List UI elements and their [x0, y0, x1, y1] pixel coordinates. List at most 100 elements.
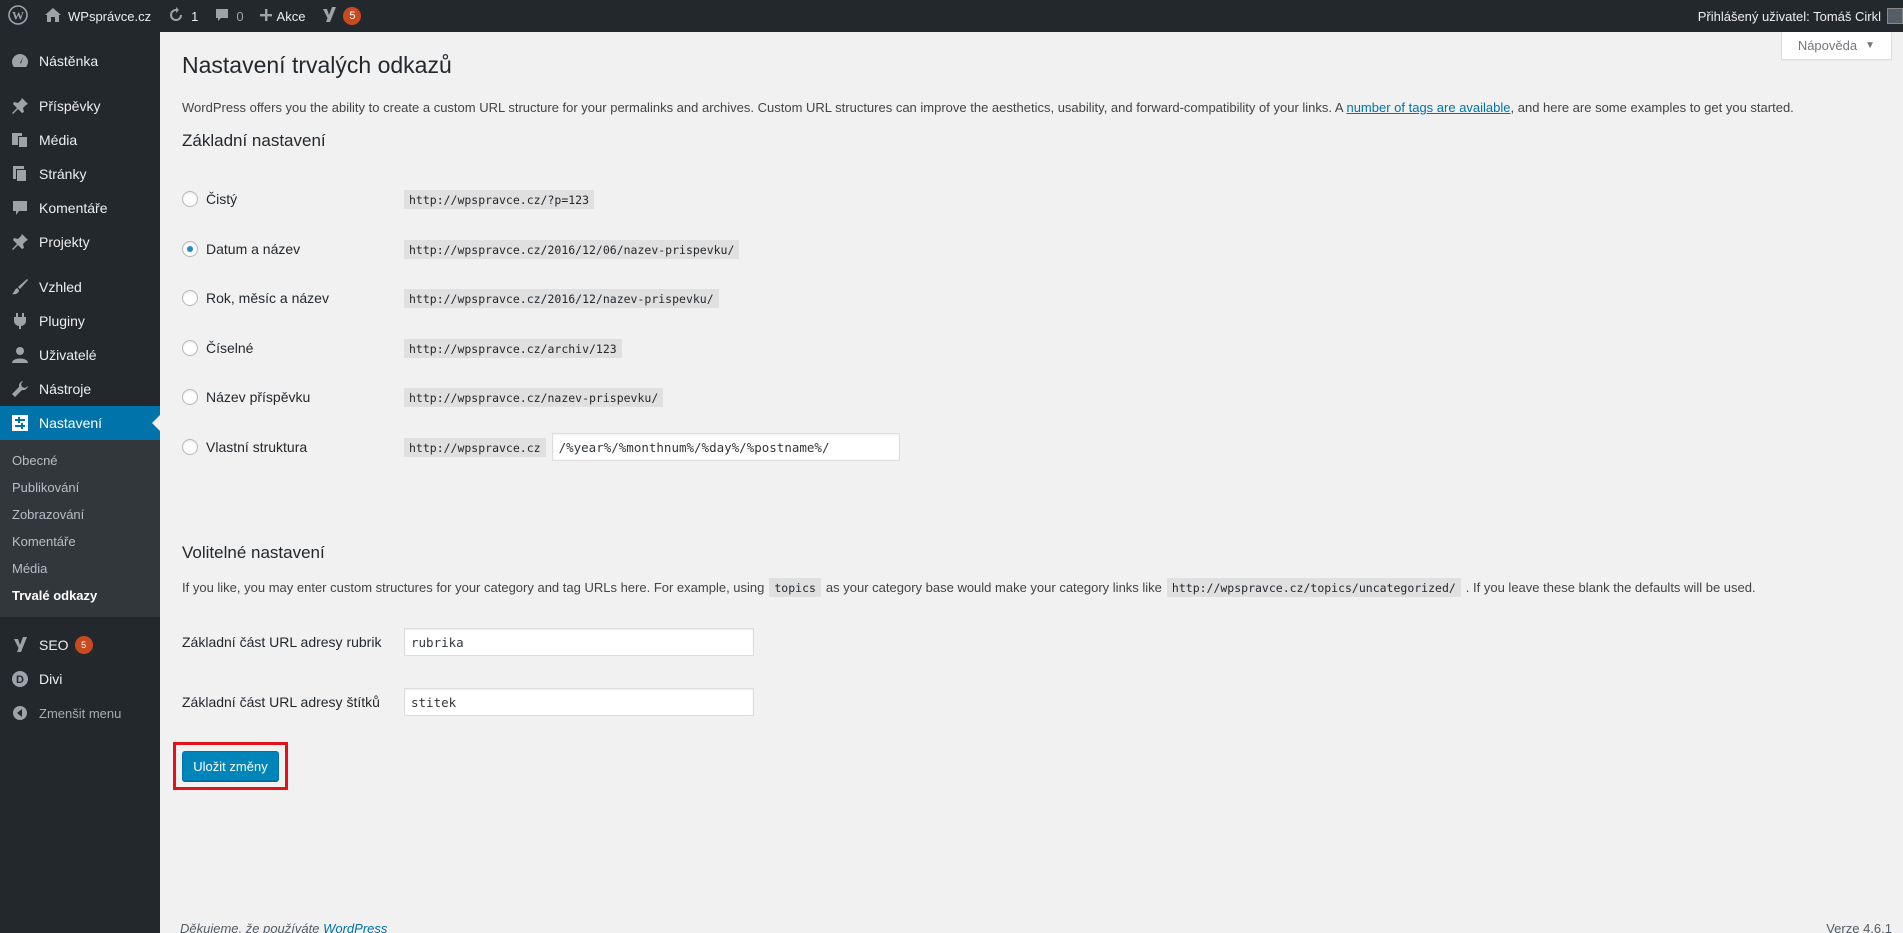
sidebar-item-media[interactable]: Média	[0, 123, 160, 157]
category-base-label: Základní část URL adresy rubrik	[182, 634, 382, 650]
sidebar-item-label: Nastavení	[39, 415, 103, 431]
sidebar-item-tools[interactable]: Nástroje	[0, 372, 160, 406]
option-example: http://wpspravce.cz/2016/12/nazev-prispe…	[404, 288, 719, 308]
tag-base-label: Základní část URL adresy štítků	[182, 694, 380, 710]
sidebar-item-label: Nástěnka	[39, 53, 99, 69]
seo-notification-badge: 5	[343, 7, 362, 25]
help-tab-label: Nápověda	[1797, 38, 1858, 53]
radio-custom[interactable]	[182, 439, 198, 455]
radio-day-name[interactable]	[182, 241, 198, 257]
user-icon	[10, 345, 30, 365]
yoast-seo-icon	[321, 6, 337, 27]
category-base-row: Základní část URL adresy rubrik rubrika	[182, 628, 754, 656]
optional-desc-part2: as your category base would make your ca…	[825, 580, 1162, 595]
submenu-item-discussion[interactable]: Komentáře	[0, 528, 160, 555]
site-name: WPsprávce.cz	[68, 8, 152, 24]
sidebar-item-label: Stránky	[39, 166, 87, 182]
sidebar-item-seo[interactable]: SEO 5	[0, 628, 160, 662]
site-name-menu[interactable]: WPsprávce.cz	[36, 0, 159, 32]
sidebar-item-projects[interactable]: Projekty	[0, 225, 160, 259]
radio-plain[interactable]	[182, 191, 198, 207]
submenu-item-writing[interactable]: Publikování	[0, 474, 160, 501]
submenu-item-media[interactable]: Média	[0, 555, 160, 582]
radio-month-name[interactable]	[182, 290, 198, 306]
divi-icon: D	[10, 669, 30, 689]
sidebar-item-label: Zmenšit menu	[39, 705, 122, 721]
sidebar-item-comments[interactable]: Komentáře	[0, 191, 160, 225]
option-example: http://wpspravce.cz/2016/12/06/nazev-pri…	[404, 239, 740, 259]
wordpress-link[interactable]: WordPress	[323, 921, 387, 933]
radio-post-name[interactable]	[182, 389, 198, 405]
intro-text: WordPress offers you the ability to crea…	[182, 100, 1794, 115]
sidebar-item-divi[interactable]: D Divi	[0, 662, 160, 696]
option-label: Čistý	[206, 191, 238, 207]
sidebar-item-label: Pluginy	[39, 313, 85, 329]
optional-description: If you like, you may enter custom struct…	[182, 578, 1756, 597]
comments-count: 0	[236, 8, 244, 24]
option-example: http://wpspravce.cz/?p=123	[404, 189, 595, 209]
permalink-option-month-name[interactable]: Rok, měsíc a název http://wpspravce.cz/2…	[182, 286, 1682, 310]
sidebar-item-posts[interactable]: Příspěvky	[0, 89, 160, 123]
comments-menu[interactable]: 0	[206, 0, 251, 32]
user-greeting: Přihlášený uživatel: Tomáš Cirkl	[1697, 8, 1881, 24]
wp-logo-menu[interactable]: W	[0, 0, 36, 32]
comment-icon	[10, 198, 30, 218]
pin-icon	[10, 96, 30, 116]
common-settings-heading: Základní nastavení	[182, 131, 326, 150]
sidebar-item-users[interactable]: Uživatelé	[0, 338, 160, 372]
dashboard-icon	[10, 51, 30, 71]
brush-icon	[10, 277, 30, 297]
submenu-item-permalinks[interactable]: Trvalé odkazy	[0, 582, 160, 609]
permalink-option-plain[interactable]: Čistý http://wpspravce.cz/?p=123	[182, 187, 1682, 211]
sidebar-item-pages[interactable]: Stránky	[0, 157, 160, 191]
radio-numeric[interactable]	[182, 340, 198, 356]
permalink-option-numeric[interactable]: Číselné http://wpspravce.cz/archiv/123	[182, 336, 1682, 360]
admin-bar: W WPsprávce.cz 1 0 Akce 5 Přihlášený uži…	[0, 0, 1903, 32]
category-base-input[interactable]: rubrika	[404, 628, 754, 656]
submenu-item-general[interactable]: Obecné	[0, 447, 160, 474]
sidebar-item-label: Uživatelé	[39, 347, 97, 363]
option-label: Datum a název	[206, 241, 301, 257]
plugin-icon	[10, 311, 30, 331]
settings-submenu: Obecné Publikování Zobrazování Komentáře…	[0, 440, 160, 617]
home-icon	[44, 7, 62, 26]
updates-menu[interactable]: 1	[159, 0, 206, 32]
save-changes-button[interactable]: Uložit změny	[182, 751, 279, 781]
sidebar-item-appearance[interactable]: Vzhled	[0, 270, 160, 304]
svg-text:D: D	[16, 674, 24, 686]
seo-notification-badge: 5	[74, 636, 93, 654]
sidebar-item-settings[interactable]: Nastavení	[0, 406, 160, 440]
sidebar-item-dashboard[interactable]: Nástěnka	[0, 44, 160, 78]
wordpress-logo-icon: W	[8, 4, 28, 28]
optional-desc-code1: topics	[769, 578, 821, 597]
updates-icon	[167, 6, 185, 27]
main-content: Nápověda ▼ Nastavení trvalých odkazů Wor…	[160, 32, 1903, 933]
option-example: http://wpspravce.cz/nazev-prispevku/	[404, 387, 664, 407]
avatar	[1887, 8, 1903, 24]
sidebar-item-label: SEO	[39, 637, 69, 653]
custom-structure-input[interactable]: /%year%/%monthnum%/%day%/%postname%/	[551, 433, 900, 461]
user-account-menu[interactable]: Přihlášený uživatel: Tomáš Cirkl	[1690, 0, 1903, 32]
help-tab-button[interactable]: Nápověda ▼	[1780, 32, 1892, 60]
wrench-icon	[10, 379, 30, 399]
sidebar-item-label: Nástroje	[39, 381, 92, 397]
updates-count: 1	[191, 8, 199, 24]
collapse-menu-button[interactable]: Zmenšit menu	[0, 696, 160, 730]
settings-icon	[10, 413, 30, 433]
optional-desc-part3: . If you leave these blank the defaults …	[1465, 580, 1756, 595]
footer-version: Verze 4.6.1	[1826, 921, 1892, 933]
footer-thanks-text: Děkujeme, že používáte	[180, 921, 320, 933]
optional-desc-code2: http://wpspravce.cz/topics/uncategorized…	[1166, 578, 1461, 597]
sidebar-item-plugins[interactable]: Pluginy	[0, 304, 160, 338]
sidebar-item-label: Projekty	[39, 234, 90, 250]
sidebar-item-label: Vzhled	[39, 279, 82, 295]
permalink-option-custom[interactable]: Vlastní struktura http://wpspravce.cz /%…	[182, 433, 1682, 461]
triangle-down-icon: ▼	[1865, 40, 1875, 51]
available-tags-link[interactable]: number of tags are available	[1346, 100, 1510, 115]
submenu-item-reading[interactable]: Zobrazování	[0, 501, 160, 528]
seo-menu[interactable]: 5	[313, 0, 369, 32]
new-content-menu[interactable]: Akce	[252, 0, 314, 32]
permalink-option-day-name[interactable]: Datum a název http://wpspravce.cz/2016/1…	[182, 237, 1682, 261]
tag-base-input[interactable]: stitek	[404, 688, 754, 716]
permalink-option-post-name[interactable]: Název příspěvku http://wpspravce.cz/naze…	[182, 385, 1682, 409]
